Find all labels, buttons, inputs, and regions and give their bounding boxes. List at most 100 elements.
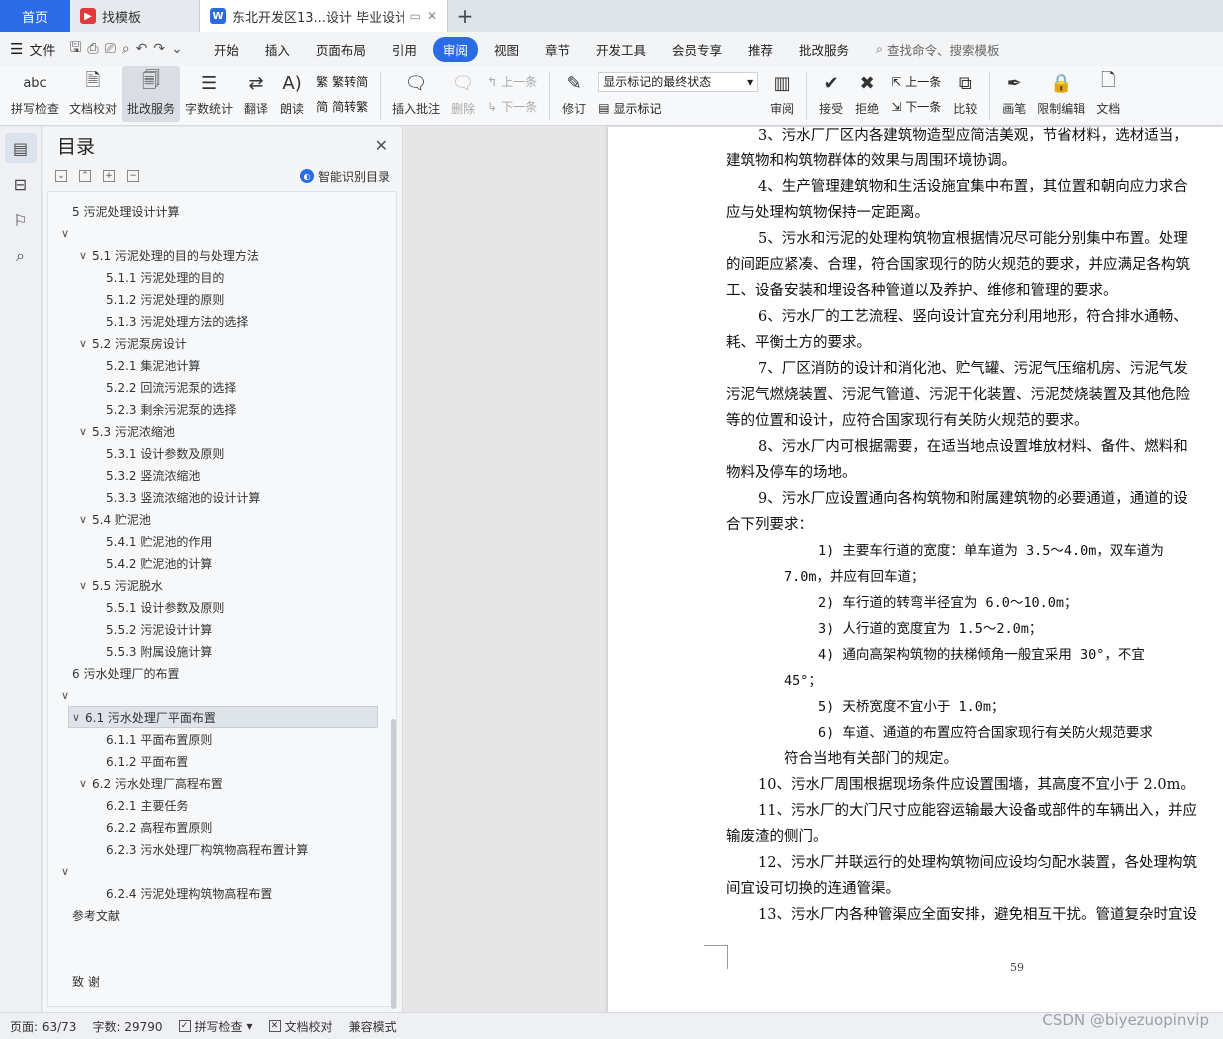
spell-check-button[interactable]: abc 拼写检查 (6, 66, 64, 122)
page-indicator[interactable]: 页面: 63/73 (10, 1018, 76, 1035)
review-pane-button[interactable]: ▥ 审阅 (764, 66, 800, 122)
undo-icon[interactable]: ↶ (136, 41, 148, 57)
monitor-icon[interactable]: ▭ (410, 9, 421, 23)
grading-button[interactable]: 🗐 批改服务 (122, 66, 181, 122)
close-icon[interactable]: ✕ (427, 9, 437, 23)
translate-button[interactable]: ⇄ 翻译 (238, 66, 274, 122)
toc-item[interactable]: 5.1.2 污泥处理的原则 (106, 288, 224, 310)
search-icon[interactable]: ⌕ (5, 241, 37, 271)
plus-icon[interactable]: + (103, 170, 115, 182)
command-search[interactable]: ⌕ 查找命令、搜索模板 (876, 40, 1000, 59)
prev-comment-button[interactable]: ↰ 上一条 (487, 73, 537, 90)
simp-to-trad-button[interactable]: 简简转繁 (316, 98, 368, 115)
tab-find-template[interactable]: ▶ 找模板 (70, 0, 200, 32)
toc-item[interactable]: 5.1.3 污泥处理方法的选择 (106, 310, 248, 332)
toc-item[interactable]: 5.5.1 设计参数及原则 (106, 596, 224, 618)
menu-start[interactable]: 开始 (204, 37, 249, 62)
toc-item[interactable]: 5.5.3 附属设施计算 (106, 640, 212, 662)
toc-item[interactable]: ∨ (58, 860, 74, 882)
toc-item[interactable]: 5.5.2 污泥设计计算 (106, 618, 212, 640)
chevron-down-icon[interactable]: ⌄ (171, 41, 183, 57)
next-comment-button[interactable]: ↳ 下一条 (487, 98, 537, 115)
toc-item[interactable]: ∨ 5.1 污泥处理的目的与处理方法 (76, 244, 259, 266)
new-tab-button[interactable]: + (448, 0, 482, 32)
chevron-down-icon[interactable]: ∨ (69, 711, 83, 724)
export-icon[interactable]: ⎙ (87, 41, 98, 57)
redo-icon[interactable]: ↷ (153, 41, 165, 57)
preview-icon[interactable]: ⌕ (122, 41, 130, 57)
section-icon[interactable]: ⊟ (5, 169, 37, 199)
restrict-edit-button[interactable]: 🔒 限制编辑 (1032, 66, 1090, 122)
toc-item[interactable]: ∨ 5.2 污泥泵房设计 (76, 332, 187, 354)
word-count-indicator[interactable]: 字数: 29790 (92, 1018, 162, 1035)
toc-item[interactable]: 参考文献 (72, 904, 120, 926)
chevron-down-icon[interactable]: ∨ (76, 513, 90, 526)
toc-scrollbar[interactable] (391, 719, 396, 1009)
chevron-down-icon[interactable]: ∨ (76, 579, 90, 592)
pen-button[interactable]: ✒ 画笔 (996, 66, 1032, 122)
toc-item[interactable]: 6 污水处理厂的布置 (72, 662, 179, 684)
toc-item[interactable]: 5.4.2 贮泥池的计算 (106, 552, 212, 574)
chevron-down-icon[interactable]: ∨ (76, 777, 90, 790)
show-markup-button[interactable]: ▤ 显示标记 (598, 100, 758, 117)
prev-change-button[interactable]: ⇱ 上一条 (891, 73, 941, 90)
toc-item[interactable]: 6.2.1 主要任务 (106, 794, 188, 816)
smart-toc-button[interactable]: ◐ 智能识别目录 (299, 168, 390, 185)
toc-item[interactable]: 6.2.3 污水处理厂构筑物高程布置计算 (106, 838, 308, 860)
minus-icon[interactable]: − (127, 170, 139, 182)
spell-check-status[interactable]: ✓ 拼写检查 ▾ (178, 1018, 253, 1035)
toc-item[interactable]: 5.3.2 竖流浓缩池 (106, 464, 200, 486)
close-icon[interactable]: ✕ (375, 136, 388, 155)
toc-item[interactable]: 5.2.1 集泥池计算 (106, 354, 200, 376)
menu-layout[interactable]: 页面布局 (306, 37, 376, 62)
toc-item[interactable]: 6.1.1 平面布置原则 (106, 728, 212, 750)
menu-view[interactable]: 视图 (484, 37, 529, 62)
toc-item[interactable]: 5.2.2 回流污泥泵的选择 (106, 376, 236, 398)
toc-item[interactable]: ∨ 6.1 污水处理厂平面布置 (68, 706, 378, 728)
toc-item[interactable]: 6.2.4 污泥处理构筑物高程布置 (106, 882, 272, 904)
toc-item[interactable]: ∨ 5.3 污泥浓缩池 (76, 420, 175, 442)
chevron-down-icon[interactable]: ∨ (76, 249, 90, 262)
insert-comment-button[interactable]: 🗨 插入批注 (387, 66, 445, 122)
reject-button[interactable]: ✖ 拒绝 (849, 66, 885, 122)
toc-item[interactable]: 6.2.2 高程布置原则 (106, 816, 212, 838)
doc-proof-button[interactable]: 🗎 文档校对 (64, 66, 122, 122)
print-icon[interactable]: ⎚ (105, 41, 116, 57)
chevron-down-icon[interactable]: ∨ (58, 689, 72, 702)
toc-item[interactable]: 5 污泥处理设计计算 (72, 200, 179, 222)
doc-proof-status[interactable]: ✕ 文档校对 (268, 1018, 333, 1035)
chevron-down-icon[interactable]: ∨ (76, 425, 90, 438)
accept-button[interactable]: ✔ 接受 (813, 66, 849, 122)
expand-icon[interactable]: ⌃ (79, 170, 91, 182)
toc-item[interactable]: 致 谢 (72, 970, 100, 992)
next-change-button[interactable]: ⇲ 下一条 (891, 98, 941, 115)
toc-item[interactable]: ∨ (58, 222, 74, 244)
menu-member[interactable]: 会员专享 (662, 37, 732, 62)
menu-insert[interactable]: 插入 (255, 37, 300, 62)
delete-comment-button[interactable]: 🗨 删除 (445, 66, 481, 122)
toc-item[interactable]: ∨ 5.5 污泥脱水 (76, 574, 163, 596)
toc-item[interactable]: 5.1.1 污泥处理的目的 (106, 266, 224, 288)
toc-item[interactable]: 5.3.1 设计参数及原则 (106, 442, 224, 464)
tab-home[interactable]: 首页 (0, 0, 70, 32)
doc-more-button[interactable]: 🗋 文档 (1090, 66, 1126, 122)
menu-developer[interactable]: 开发工具 (586, 37, 656, 62)
read-aloud-button[interactable]: A) 朗读 (274, 66, 310, 122)
bookmark-icon[interactable]: ⚐ (5, 205, 37, 235)
toc-item[interactable]: 5.2.3 剩余污泥泵的选择 (106, 398, 236, 420)
menu-recommend[interactable]: 推荐 (738, 37, 783, 62)
toc-item[interactable]: 5.3.3 竖流浓缩池的设计计算 (106, 486, 260, 508)
document-page[interactable]: 59 3、污水厂厂区内各建筑物造型应简洁美观，节省材料，选材适当， 建筑物和构筑物… (608, 127, 1223, 1012)
chevron-down-icon[interactable]: ∨ (58, 227, 72, 240)
collapse-icon[interactable]: ⌄ (55, 170, 67, 182)
toc-icon[interactable]: ▤ (4, 133, 37, 163)
word-count-button[interactable]: ☰ 字数统计 (180, 66, 238, 122)
menu-references[interactable]: 引用 (382, 37, 427, 62)
save-icon[interactable]: 🖫 (69, 37, 81, 61)
toc-item[interactable]: 5.4.1 贮泥池的作用 (106, 530, 212, 552)
toc-item[interactable]: ∨ (58, 684, 74, 706)
chevron-down-icon[interactable]: ∨ (76, 337, 90, 350)
toc-item[interactable]: 6.1.2 平面布置 (106, 750, 188, 772)
track-changes-button[interactable]: ✎ 修订 (556, 66, 592, 122)
trad-to-simp-button[interactable]: 繁繁转简 (316, 73, 368, 90)
